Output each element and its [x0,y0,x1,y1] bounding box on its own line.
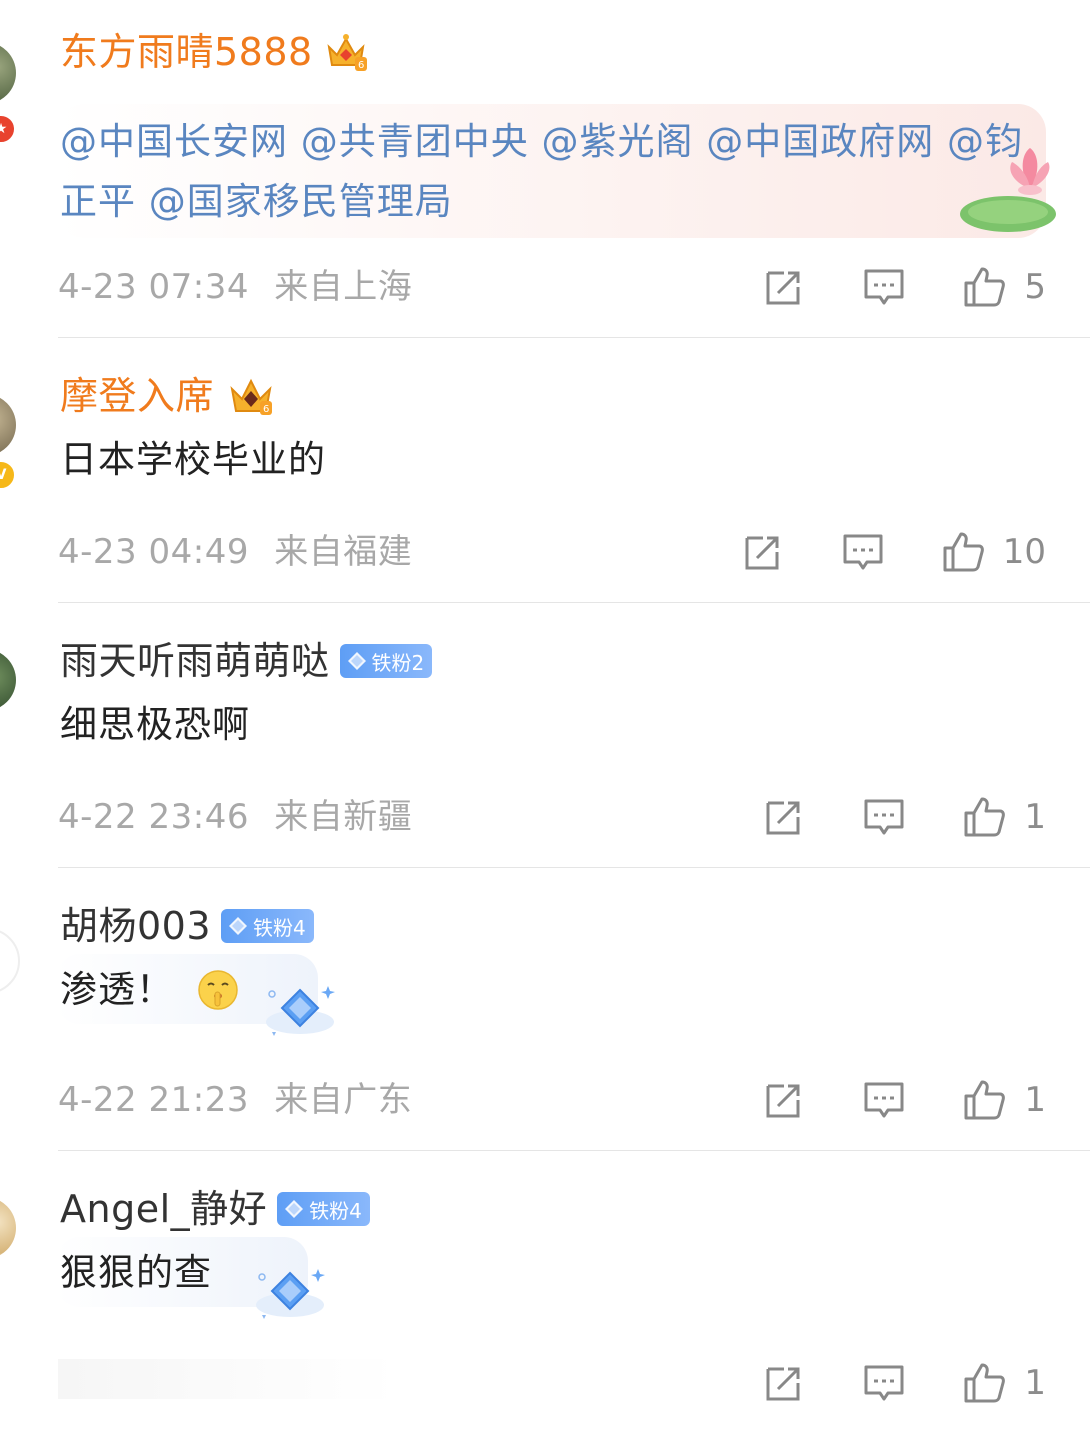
username[interactable]: 雨天听雨萌萌哒 [60,635,330,687]
comment-text[interactable]: 日本学校毕业的 [60,430,326,490]
comment-location: 来自福建 [274,532,413,572]
diamond-decoration-icon [266,986,335,1036]
like-count: 1 [1024,797,1046,837]
comment-time: 4-22 21:23 [58,1080,249,1120]
svg-text:6: 6 [263,404,269,415]
fan-badge-label: 铁粉4 [253,915,306,940]
avatar[interactable] [0,1197,16,1259]
comment-meta: 4-22 23:46 来自新疆 [58,793,412,841]
comment-location: 来自上海 [274,267,413,307]
diamond-icon [285,1200,304,1218]
fan-level-badge: 铁粉4 [221,909,314,943]
divider [58,602,1090,603]
comment-time: 4-23 04:49 [58,532,249,572]
reply-icon[interactable] [841,530,885,574]
comment-location: 来自广东 [274,1080,413,1120]
name-row: 雨天听雨萌萌哒 铁粉2 [60,635,433,687]
divider [58,1150,1090,1151]
thumbs-up-icon [964,797,1006,837]
comment-meta: 4-22 21:23 来自广东 [58,1076,412,1124]
like-count: 10 [1002,532,1046,572]
comment-text[interactable]: @中国长安网 @共青团中央 @紫光阁 @中国政府网 @钧正平 @国家移民管理局 [60,112,1030,232]
share-icon[interactable] [760,1078,804,1122]
name-row: 摩登入席 6 [60,370,274,422]
share-icon[interactable] [760,1361,804,1405]
like-button[interactable]: 1 [962,1076,1046,1124]
fan-level-badge: 铁粉2 [339,644,433,678]
comment-time: 4-22 23:46 [58,797,249,837]
comment-actions: 5 [760,263,1046,311]
vip-crown-icon: 6 [327,34,367,71]
vip-crown-icon: 6 [230,378,273,415]
like-button[interactable]: 10 [941,528,1046,576]
username[interactable]: Angel_静好 [60,1183,267,1235]
share-icon[interactable] [739,530,783,574]
comment-time: 4-23 07:34 [58,267,249,307]
fan-badge-label: 铁粉4 [309,1198,362,1223]
comment-location: 来自新疆 [274,797,413,837]
reply-icon[interactable] [862,265,906,309]
comment-text[interactable]: 狠狠的查 [60,1243,212,1303]
like-count: 1 [1024,1363,1046,1403]
share-icon[interactable] [760,795,804,839]
comment-actions: 1 [760,1076,1046,1124]
comment-item: Angel_静好 铁粉4 狠狠的查 1 [0,1183,1090,1429]
share-icon[interactable] [760,265,804,309]
thumbs-up-icon [964,1363,1006,1403]
username[interactable]: 摩登入席 [60,370,214,422]
reply-icon[interactable] [862,1078,906,1122]
comment-actions: 10 [739,528,1046,576]
comment-item: V 摩登入席 6 日本学校毕业的 4-23 04:49 来自福建 10 [0,370,1090,603]
like-button[interactable]: 1 [962,793,1046,841]
comment-item: 雨天听雨萌萌哒 铁粉2 细思极恐啊 4-22 23:46 来自新疆 1 [0,635,1090,868]
thumbs-up-icon [964,267,1006,307]
comment-text-content: 渗透！ [60,968,174,1011]
divider [58,337,1090,338]
comment-text[interactable]: 细思极恐啊 [60,695,250,755]
svg-text:6: 6 [358,60,364,71]
thumbs-up-icon [964,1080,1006,1120]
name-row: 胡杨003 铁粉4 [60,900,314,952]
name-row: 东方雨晴5888 6 [60,26,369,78]
verified-red-badge-icon: ★ [0,114,16,144]
thumbs-up-icon [943,532,984,572]
diamond-icon [229,917,248,935]
reply-icon[interactable] [862,795,906,839]
comment-item: 胡杨003 铁粉4 渗透！ 4-22 21:23 来自广东 1 [0,900,1090,1151]
comment-meta: 4-23 07:34 来自上海 [58,263,412,311]
diamond-decoration-icon [256,1269,325,1319]
username[interactable]: 东方雨晴5888 [60,26,313,78]
fan-level-badge: 铁粉4 [277,1192,370,1226]
reply-icon[interactable] [862,1361,906,1405]
like-count: 1 [1024,1080,1046,1120]
comment-meta-blurred [58,1359,398,1399]
lotus-decoration-icon [960,148,1056,232]
fan-badge-label: 铁粉2 [371,650,425,675]
comment-meta: 4-23 04:49 来自福建 [58,528,412,576]
diamond-icon [347,652,366,670]
username[interactable]: 胡杨003 [60,900,211,952]
like-button[interactable]: 5 [962,263,1046,311]
name-row: Angel_静好 铁粉4 [60,1183,370,1235]
comment-text[interactable]: 渗透！ [60,960,240,1020]
comment-item: ★ 东方雨晴5888 6 @中国长安网 @共青团中央 @紫光阁 @中国政府网 @… [0,26,1090,338]
divider [58,867,1090,868]
avatar[interactable] [0,394,16,456]
like-count: 5 [1024,267,1046,307]
shushing-face-icon [198,970,238,1010]
verified-yellow-badge-icon: V [0,460,16,490]
avatar[interactable] [0,42,16,104]
avatar[interactable] [0,928,20,994]
avatar[interactable] [0,649,16,711]
comment-actions: 1 [760,1359,1046,1407]
like-button[interactable]: 1 [962,1359,1046,1407]
comment-actions: 1 [760,793,1046,841]
